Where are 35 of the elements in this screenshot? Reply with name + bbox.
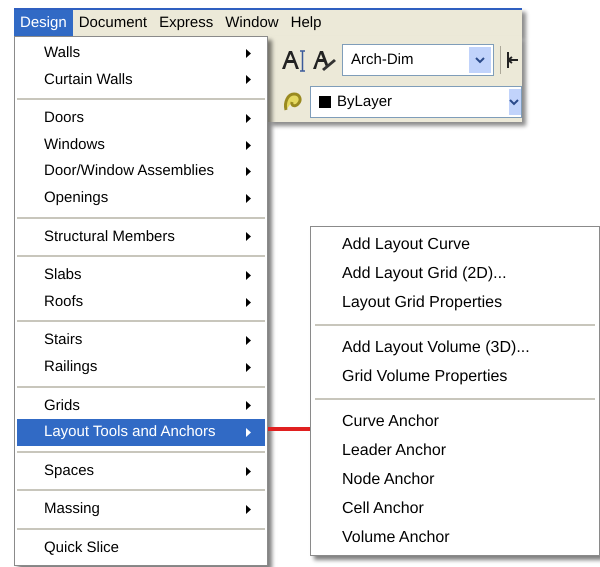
menu-item[interactable]: Curtain Walls	[17, 66, 265, 94]
menu-item[interactable]: Structural Members	[17, 224, 265, 250]
menu-item[interactable]: Door/Window Assemblies	[17, 158, 265, 185]
submenu-item[interactable]: Curve Anchor	[311, 407, 599, 436]
submenu-item[interactable]: Add Layout Curve	[311, 230, 599, 259]
submenu-item[interactable]: Layout Grid Properties	[311, 288, 599, 317]
menu-item[interactable]: Walls	[17, 40, 265, 67]
menu-bar-item[interactable]: Express	[153, 10, 220, 36]
menu-bar-item[interactable]: Help	[284, 10, 328, 36]
submenu-item[interactable]: Node Anchor	[311, 465, 599, 494]
submenu-item[interactable]: Leader Anchor	[311, 436, 599, 465]
menu-item[interactable]: Massing	[17, 496, 265, 523]
submenu-item[interactable]: Volume Anchor	[311, 523, 599, 552]
submenu-item[interactable]: Cell Anchor	[311, 494, 599, 523]
submenu-item[interactable]: Add Layout Grid (2D)...	[311, 259, 599, 288]
menu-bar-item[interactable]: Window	[219, 10, 285, 36]
menu-item[interactable]: Layout Tools and Anchors	[17, 419, 265, 446]
dimension-style-dropdown[interactable]: Arch-Dim	[342, 44, 494, 76]
menu-item[interactable]: Doors	[17, 105, 265, 132]
submenu-item[interactable]: Grid Volume Properties	[311, 362, 599, 391]
dimension-icon[interactable]	[507, 51, 519, 69]
menu-item[interactable]: Spaces	[17, 458, 265, 484]
menu-item[interactable]: Quick Slice	[17, 534, 265, 562]
menu-item[interactable]: Openings	[17, 184, 265, 212]
menu-item[interactable]: Slabs	[17, 262, 265, 289]
layer-dropdown[interactable]: ByLayer	[310, 86, 522, 118]
color-swatch-icon	[319, 96, 331, 108]
menu-item[interactable]: Grids	[17, 392, 265, 420]
menu-item[interactable]: Stairs	[17, 327, 265, 354]
menu-item[interactable]: Railings	[17, 354, 265, 381]
menu-bar-item[interactable]: Design	[14, 10, 73, 36]
submenu-item[interactable]: Add Layout Volume (3D)...	[311, 333, 599, 362]
menu-item[interactable]: Roofs	[17, 288, 265, 316]
menu-bar-item[interactable]: Document	[72, 10, 154, 36]
menu-item[interactable]: Windows	[17, 132, 265, 158]
